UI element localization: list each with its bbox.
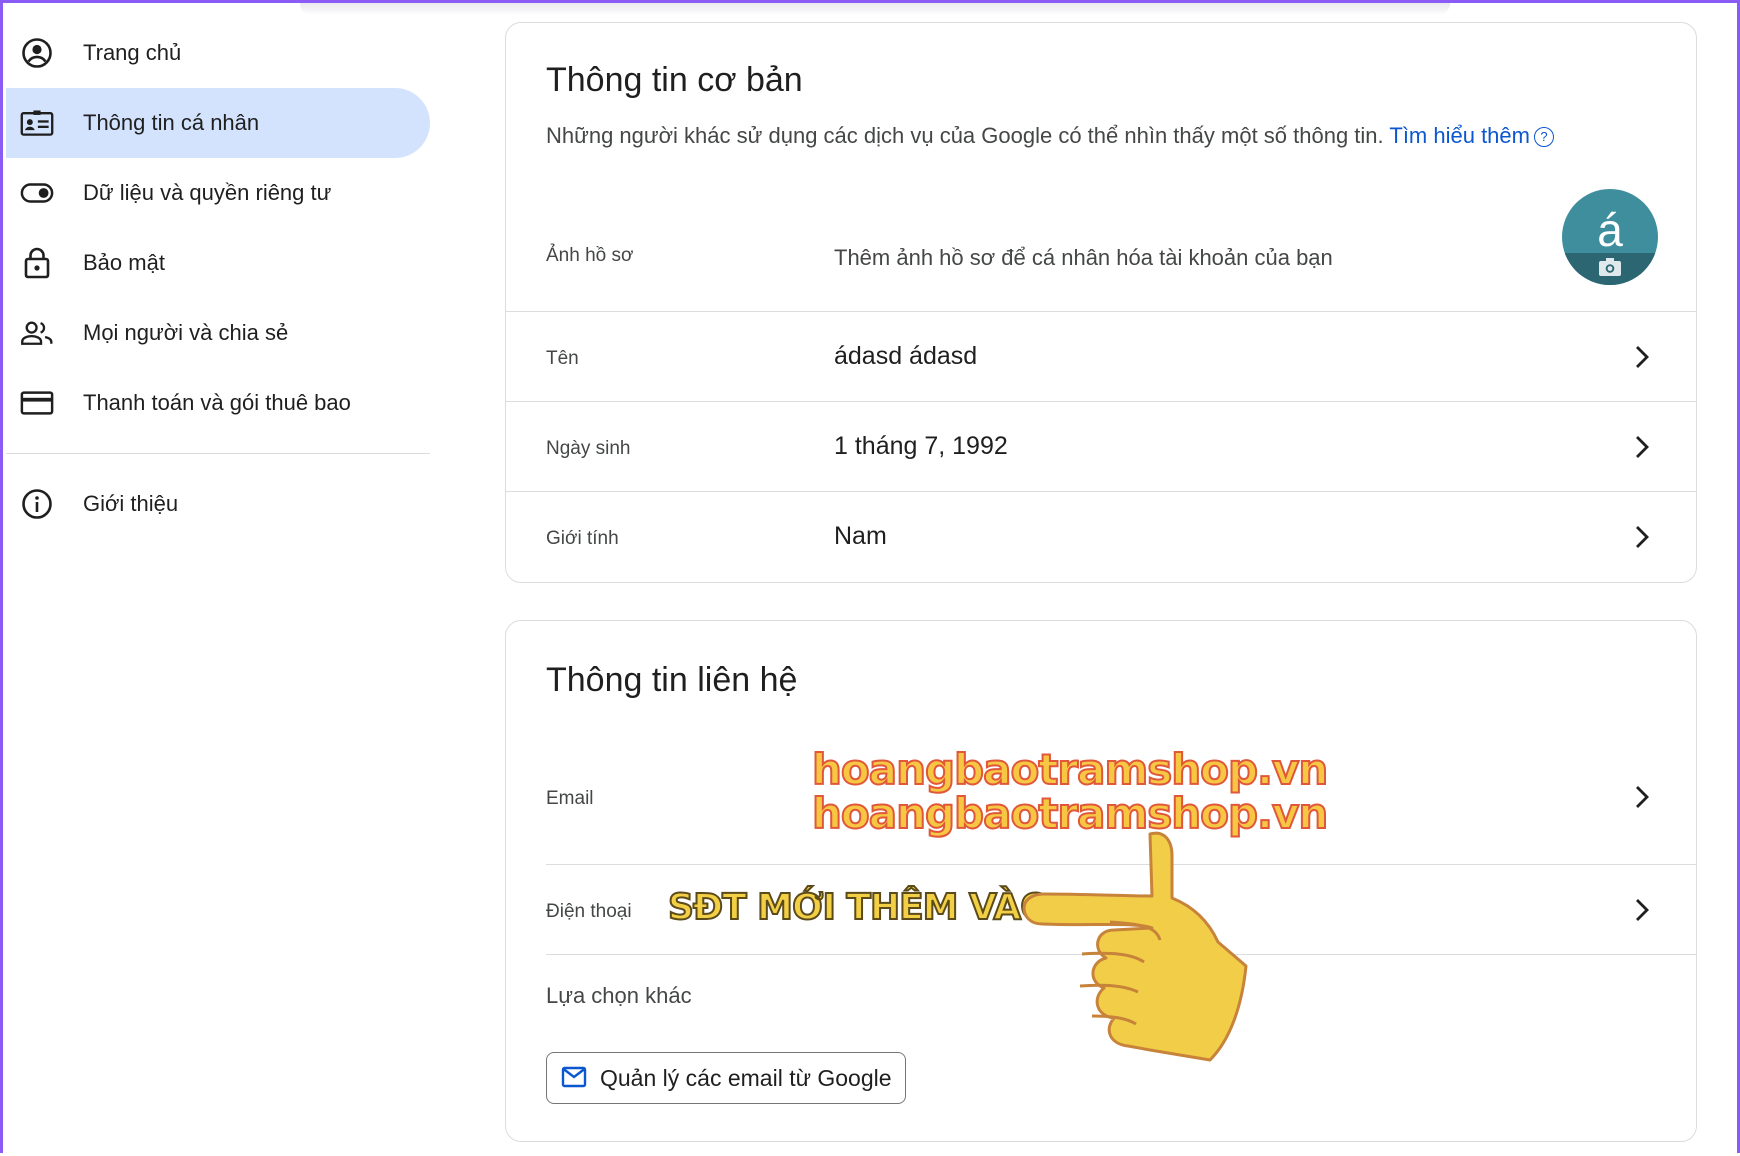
basic-info-card: Thông tin cơ bản Những người khác sử dụn… [505,22,1697,583]
id-card-icon [20,106,54,140]
toggle-icon [20,176,54,210]
sidebar-item-people-sharing[interactable]: Mọi người và chia sẻ [6,298,430,368]
sidebar-item-payments[interactable]: Thanh toán và gói thuê bao [6,368,430,438]
chevron-right-icon [1636,436,1649,458]
sidebar-item-label: Dữ liệu và quyền riêng tư [83,180,332,205]
sidebar-divider [6,453,430,454]
avatar[interactable]: á [1562,189,1658,285]
avatar-letter: á [1597,204,1623,256]
sidebar-item-label: Mọi người và chia sẻ [83,320,289,345]
chevron-right-icon [1636,899,1649,921]
watermark-text: hoangbaotramshop.vn [811,744,1329,795]
gender-row[interactable]: Giới tính Nam [546,492,1696,582]
manage-button-label: Quản lý các email từ Google [600,1064,892,1091]
mail-icon [561,1066,587,1088]
info-icon [20,487,54,521]
sidebar-nav: Trang chủ Thông tin cá nhân Dữ liệu và q… [6,18,430,539]
account-circle-icon [20,36,54,70]
basic-info-description: Những người khác sử dụng các dịch vụ của… [546,123,1554,149]
credit-card-icon [20,386,54,420]
name-row[interactable]: Tên ádasd ádasd [546,312,1696,402]
sidebar-item-about[interactable]: Giới thiệu [6,469,430,539]
help-circle-icon[interactable]: ? [1533,127,1554,147]
lock-icon [20,246,54,280]
annotation-label: SĐT MỚI THÊM VÀO [667,886,1052,929]
email-label: Email [546,788,594,809]
sidebar-item-label: Bảo mật [83,250,165,275]
phone-label: Điện thoại [546,901,632,922]
description-text: Những người khác sử dụng các dịch vụ của… [546,123,1384,148]
birthday-label: Ngày sinh [546,438,631,459]
contact-info-title: Thông tin liên hệ [546,661,798,699]
birthday-value: 1 tháng 7, 1992 [834,432,1008,460]
sidebar-item-label: Trang chủ [83,40,182,65]
gender-label: Giới tính [546,528,619,549]
sidebar-item-home[interactable]: Trang chủ [6,18,430,88]
basic-info-title: Thông tin cơ bản [546,61,803,99]
sidebar-item-security[interactable]: Bảo mật [6,228,430,298]
sidebar-item-data-privacy[interactable]: Dữ liệu và quyền riêng tư [6,158,430,228]
name-label: Tên [546,348,579,369]
photo-label: Ảnh hồ sơ [546,245,634,266]
top-shadow [300,3,1450,15]
chevron-right-icon [1636,526,1649,548]
photo-hint: Thêm ảnh hồ sơ để cá nhân hóa tài khoản … [834,245,1333,270]
other-options-label: Lựa chọn khác [546,983,692,1008]
camera-icon [1599,258,1621,276]
chevron-right-icon [1636,346,1649,368]
people-icon [20,316,54,350]
manage-google-emails-button[interactable]: Quản lý các email từ Google [546,1052,906,1104]
sidebar-item-label: Giới thiệu [83,491,179,516]
birthday-row[interactable]: Ngày sinh 1 tháng 7, 1992 [546,402,1696,492]
sidebar-item-label: Thông tin cá nhân [83,110,260,135]
sidebar-item-personal-info[interactable]: Thông tin cá nhân [6,88,430,158]
name-value: ádasd ádasd [834,342,978,370]
sidebar-item-label: Thanh toán và gói thuê bao [83,390,351,415]
chevron-right-icon [1636,786,1649,808]
learn-more-link[interactable]: Tìm hiểu thêm [1389,123,1530,148]
gender-value: Nam [834,522,887,550]
pointing-hand-icon [1022,831,1248,1062]
